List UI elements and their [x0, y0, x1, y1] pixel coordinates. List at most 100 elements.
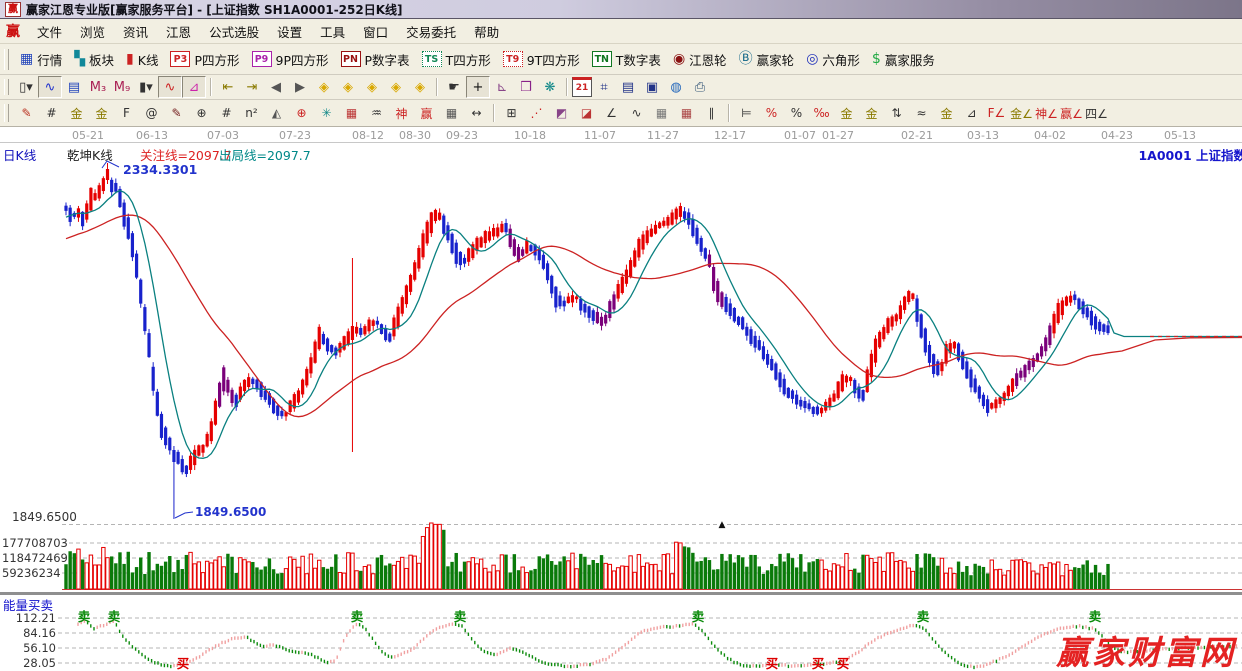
percent-icon[interactable]: %	[784, 102, 809, 125]
shift-left-icon[interactable]: ◈	[312, 76, 336, 98]
spiral-icon[interactable]: @	[139, 102, 164, 125]
pen-tool-icon[interactable]: ✎	[14, 102, 39, 125]
wave-count-icon[interactable]: ♒	[364, 102, 389, 125]
angle-a-icon[interactable]: ◭	[264, 102, 289, 125]
kline-chart[interactable]: 卖卖卖卖卖卖卖买买买买▲	[0, 127, 1242, 671]
ying-tool-icon[interactable]: 赢	[414, 102, 439, 125]
pattern-blue-icon[interactable]: ∿	[38, 76, 62, 98]
scale-ticks-icon[interactable]: #	[39, 102, 64, 125]
shaded-box2-icon[interactable]: ◪	[574, 102, 599, 125]
menu-item-设置[interactable]: 设置	[268, 20, 311, 43]
width-measure-icon[interactable]: ↔	[464, 102, 489, 125]
calendar-icon[interactable]: 21	[572, 77, 592, 97]
star-burst-icon[interactable]: ✳	[314, 102, 339, 125]
j-angle-icon[interactable]: ⊿	[959, 102, 984, 125]
menu-item-江恩[interactable]: 江恩	[157, 20, 200, 43]
shift-right-icon[interactable]: ◈	[336, 76, 360, 98]
parallel-lines-icon[interactable]: ∥	[699, 102, 724, 125]
fibonacci-f-icon[interactable]: F	[114, 102, 139, 125]
kline-button[interactable]: ▮K线	[120, 48, 164, 71]
menu-item-交易委托[interactable]: 交易委托	[397, 20, 465, 43]
first-page-icon[interactable]: ⇤	[216, 76, 240, 98]
gold-levels-icon[interactable]: 金	[859, 102, 884, 125]
gann-circle-icon[interactable]: ⊕	[189, 102, 214, 125]
t9-square-button[interactable]: T99T四方形	[497, 48, 586, 71]
box-select-icon[interactable]: ⊞	[499, 102, 524, 125]
pen2-tool-icon[interactable]: ✎	[164, 102, 189, 125]
pane-splitter[interactable]	[0, 591, 1242, 595]
note-list-icon[interactable]: ▤	[62, 76, 86, 98]
t-square-button[interactable]: TST四方形	[416, 48, 497, 71]
percent-line-icon[interactable]: %	[759, 102, 784, 125]
zoom-in-icon[interactable]: ◈	[384, 76, 408, 98]
market-quotes-button[interactable]: ▦行情	[14, 48, 68, 71]
toolbar-grip[interactable]	[4, 49, 9, 70]
gann-box-tool-icon[interactable]: ❒	[514, 76, 538, 98]
p-number-table-button[interactable]: PNP数字表	[335, 48, 416, 71]
curve-fit-icon[interactable]: ≈	[909, 102, 934, 125]
calculator-icon[interactable]: ⌗	[592, 76, 616, 98]
angle-measure-icon[interactable]: ⊾	[490, 76, 514, 98]
count-grid-icon[interactable]: ▦	[439, 102, 464, 125]
menu-item-公式选股[interactable]: 公式选股	[200, 20, 268, 43]
p-square-button[interactable]: P3P四方形	[164, 48, 245, 71]
crosshair-tool-icon[interactable]: +	[466, 76, 490, 98]
gold-line-icon[interactable]: 金	[934, 102, 959, 125]
shen-tool-icon[interactable]: 神	[389, 102, 414, 125]
menu-item-工具[interactable]: 工具	[311, 20, 354, 43]
notes-icon[interactable]: ▤	[616, 76, 640, 98]
menu-item-浏览[interactable]: 浏览	[71, 20, 114, 43]
zoom-out-icon[interactable]: ◈	[408, 76, 432, 98]
candle2-dropdown-icon[interactable]: ▮▾	[134, 76, 158, 98]
hand-tool-icon[interactable]: ☛	[442, 76, 466, 98]
menu-item-帮助[interactable]: 帮助	[465, 20, 508, 43]
gold-circle-icon[interactable]: 金	[834, 102, 859, 125]
target-icon[interactable]: ⊕	[289, 102, 314, 125]
web-mail-icon[interactable]: ◍	[664, 76, 688, 98]
t-number-table-button[interactable]: TNT数字表	[586, 48, 667, 71]
square-of-nine-icon[interactable]: n²	[239, 102, 264, 125]
golden-gate-icon[interactable]: 金	[64, 102, 89, 125]
expand-h-icon[interactable]: ◈	[360, 76, 384, 98]
trend-lines-icon[interactable]: ∠	[599, 102, 624, 125]
last-page-icon[interactable]: ⇥	[240, 76, 264, 98]
ying-angle-icon[interactable]: 赢∠	[1059, 102, 1084, 125]
winner-service-button[interactable]: $赢家服务	[866, 48, 941, 71]
chart-area[interactable]: 卖卖卖卖卖卖卖买买买买▲ 05-2106-1307-0307-2308-1208…	[0, 127, 1242, 671]
toolbar-grip[interactable]	[4, 79, 9, 96]
updown-pen-icon[interactable]: ⇅	[884, 102, 909, 125]
shen-angle-icon[interactable]: 神∠	[1034, 102, 1059, 125]
chart-9-icon[interactable]: M₉	[110, 76, 134, 98]
save-icon[interactable]: ▣	[640, 76, 664, 98]
gann-fan-icon[interactable]: ⋰	[524, 102, 549, 125]
menu-item-窗口[interactable]: 窗口	[354, 20, 397, 43]
hexagon-button[interactable]: ◎六角形	[800, 48, 866, 71]
ladder-scale-icon[interactable]: ⊨	[734, 102, 759, 125]
next-page-icon[interactable]: ▶	[288, 76, 312, 98]
candle-style-dropdown-icon[interactable]: ▯▾	[14, 76, 38, 98]
menu-item-文件[interactable]: 文件	[28, 20, 71, 43]
f-angle-icon[interactable]: F∠	[984, 102, 1009, 125]
sector-blocks-button[interactable]: ▚板块	[68, 48, 120, 71]
histogram-icon[interactable]: ⊿	[182, 76, 206, 98]
prev-page-icon[interactable]: ◀	[264, 76, 288, 98]
grid-red2-icon[interactable]: ▦	[674, 102, 699, 125]
chart-3-icon[interactable]: M₃	[86, 76, 110, 98]
zigzag-icon[interactable]: ∿	[624, 102, 649, 125]
ruler-ticks-icon[interactable]: #	[214, 102, 239, 125]
toolbar-grip[interactable]	[4, 104, 9, 122]
golden-gate2-icon[interactable]: 金	[89, 102, 114, 125]
print-icon[interactable]: ⎙	[688, 76, 712, 98]
si-angle-icon[interactable]: 四∠	[1084, 102, 1109, 125]
gold-angle-icon[interactable]: 金∠	[1009, 102, 1034, 125]
p9-square-button[interactable]: P99P四方形	[246, 48, 335, 71]
fractal-tool-icon[interactable]: ❋	[538, 76, 562, 98]
red-grid-icon[interactable]: ▦	[339, 102, 364, 125]
winner-wheel-button[interactable]: Ⓑ赢家轮	[733, 48, 801, 71]
permille-icon[interactable]: ‰	[809, 102, 834, 125]
gann-wheel-button[interactable]: ◉江恩轮	[667, 48, 733, 71]
grid-gray-icon[interactable]: ▦	[649, 102, 674, 125]
shaded-box-icon[interactable]: ◩	[549, 102, 574, 125]
menu-item-资讯[interactable]: 资讯	[114, 20, 157, 43]
pattern-red-icon[interactable]: ∿	[158, 76, 182, 98]
